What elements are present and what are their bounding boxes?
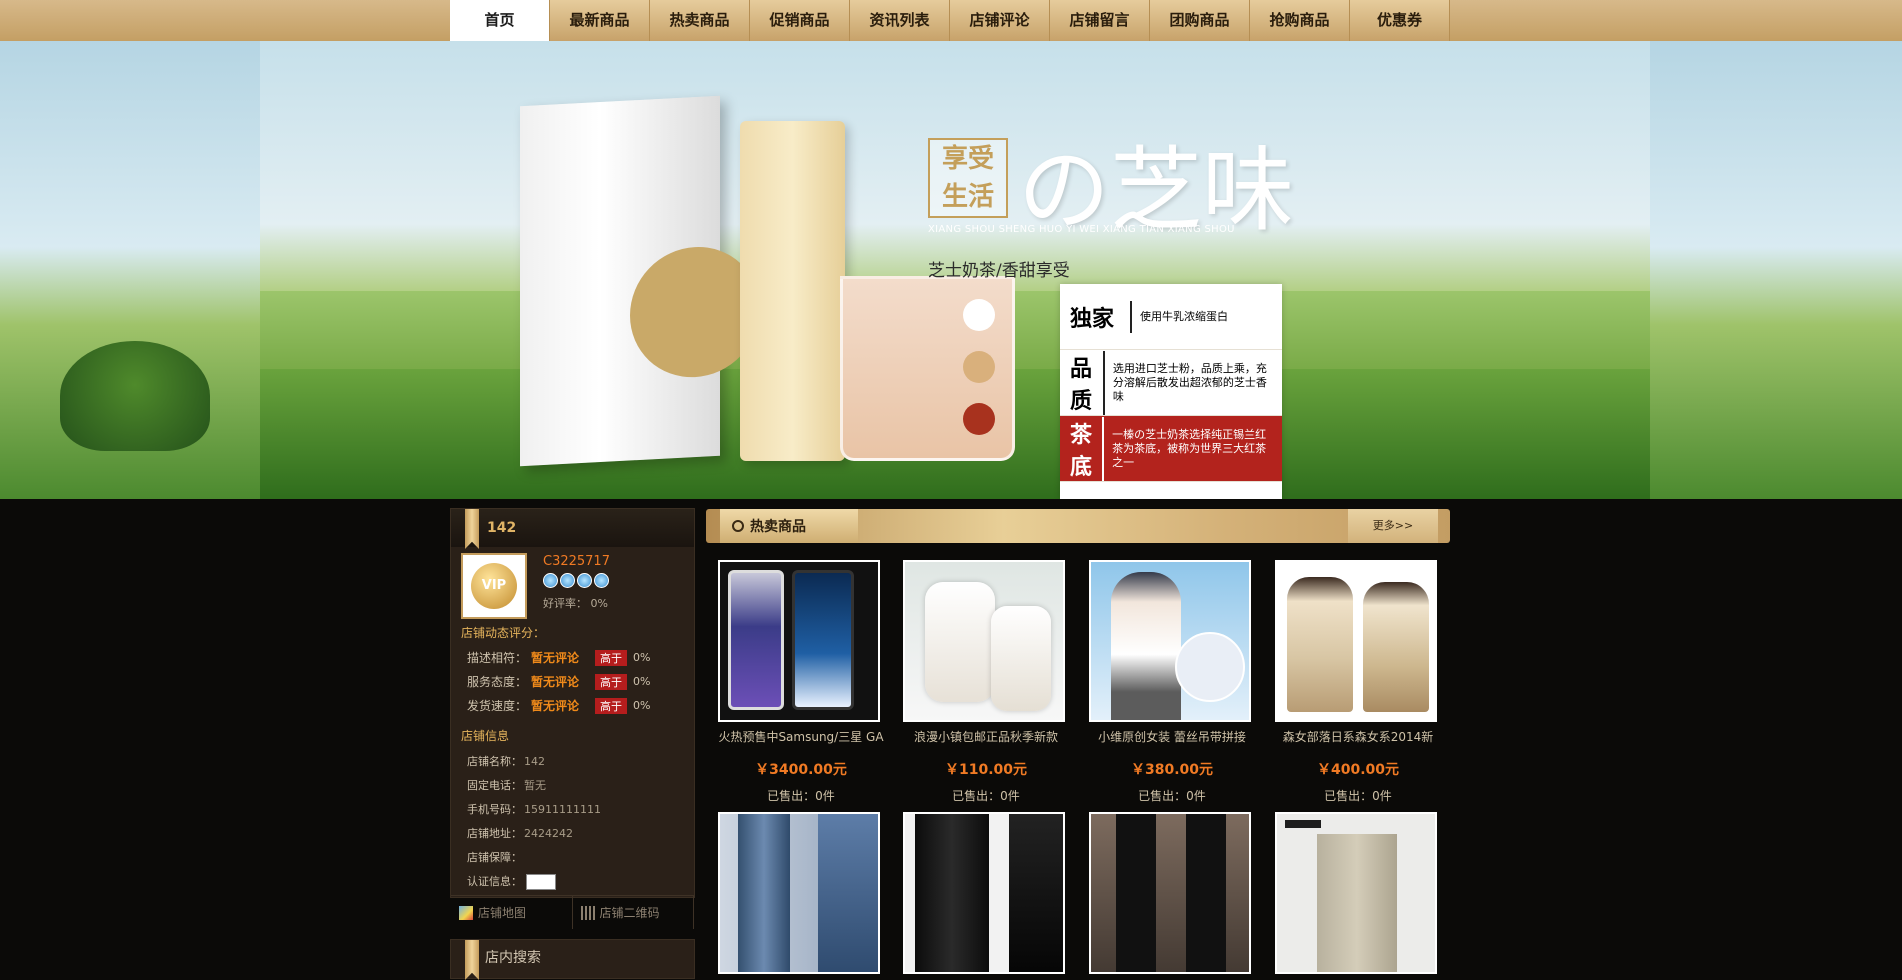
tab-shop-qrcode[interactable]: 店铺二维码 bbox=[573, 896, 694, 929]
shop-info-title: 店铺信息 bbox=[461, 729, 510, 743]
info-certification: 认证信息： bbox=[467, 873, 556, 890]
shop-name-title: 142 bbox=[487, 520, 517, 536]
product-card[interactable]: 浪漫小镇包邮正品秋季新款 ￥110.00元 已售出：0件 bbox=[903, 560, 1069, 804]
shop-search-title: 店内搜索 bbox=[485, 950, 541, 966]
product-image[interactable] bbox=[903, 560, 1065, 722]
shop-tabs: 店铺地图 店铺二维码 bbox=[451, 895, 694, 929]
good-rate: 好评率： 0% bbox=[543, 597, 608, 610]
credit-diamond-icon bbox=[577, 573, 592, 588]
feature-exclusive: 独家 使用牛乳浓缩蛋白 bbox=[1060, 284, 1282, 350]
product-card[interactable] bbox=[1275, 812, 1441, 974]
product-sold: 已售出：0件 bbox=[1324, 789, 1392, 803]
shop-info-panel: 142 VIP C3225717 好评率： 0% 店铺动态评分： 描述相符： 暂… bbox=[450, 508, 695, 929]
bookmark-icon bbox=[465, 940, 479, 980]
milk-tea-cup-image bbox=[840, 276, 1015, 461]
tree-illustration bbox=[60, 341, 210, 451]
map-icon bbox=[459, 905, 473, 920]
product-card[interactable] bbox=[1089, 812, 1255, 974]
nav-item-flashsale[interactable]: 抢购商品 bbox=[1250, 0, 1350, 41]
shop-user-id[interactable]: C3225717 bbox=[543, 554, 610, 569]
feature-card: 独家 使用牛乳浓缩蛋白 品质 选用进口芝士粉，品质上乘，充分溶解后散发出超浓郁的… bbox=[1060, 284, 1282, 499]
product-sold: 已售出：0件 bbox=[952, 789, 1020, 803]
feature-quality: 品质 选用进口芝士粉，品质上乘，充分溶解后散发出超浓郁的芝士香味 bbox=[1060, 350, 1282, 416]
product-box-image bbox=[520, 95, 760, 467]
nav-item-newest[interactable]: 最新商品 bbox=[550, 0, 650, 41]
product-image[interactable] bbox=[1275, 560, 1437, 722]
product-price: ￥3400.00元 bbox=[755, 762, 847, 778]
nav-item-promo[interactable]: 促销商品 bbox=[750, 0, 850, 41]
hot-products-tab[interactable]: 热卖商品 bbox=[720, 509, 858, 543]
dynamic-rating-title: 店铺动态评分： bbox=[461, 626, 546, 640]
product-name[interactable]: 火热预售中Samsung/三星 GA bbox=[718, 728, 884, 745]
qrcode-icon bbox=[580, 905, 595, 920]
credit-diamond-icon bbox=[543, 573, 558, 588]
product-sold: 已售出：0件 bbox=[767, 789, 835, 803]
product-image[interactable] bbox=[718, 812, 880, 974]
product-image[interactable] bbox=[718, 560, 880, 722]
shop-header: 142 bbox=[451, 509, 694, 549]
product-price: ￥110.00元 bbox=[944, 762, 1028, 778]
product-name[interactable]: 森女部落日系森女系2014新 bbox=[1275, 728, 1441, 745]
info-shop-name: 店铺名称： 142 bbox=[467, 755, 545, 768]
rating-service: 服务态度： 暂无评论 高于 0% bbox=[467, 673, 651, 690]
product-image[interactable] bbox=[1089, 560, 1251, 722]
vip-badge-icon: VIP bbox=[471, 563, 517, 609]
product-image[interactable] bbox=[903, 812, 1065, 974]
nav-item-coupons[interactable]: 优惠券 bbox=[1350, 0, 1450, 41]
nav-item-messages[interactable]: 店铺留言 bbox=[1050, 0, 1150, 41]
nav-item-reviews[interactable]: 店铺评论 bbox=[950, 0, 1050, 41]
info-address: 店铺地址： 2424242 bbox=[467, 827, 573, 840]
product-name[interactable]: 小维原创女装 蕾丝吊带拼接 bbox=[1089, 728, 1255, 745]
info-phone: 固定电话： 暂无 bbox=[467, 779, 546, 792]
info-mobile: 手机号码： 15911111111 bbox=[467, 803, 601, 816]
product-card[interactable]: 火热预售中Samsung/三星 GA ￥3400.00元 已售出：0件 bbox=[718, 560, 884, 804]
product-sold: 已售出：0件 bbox=[1138, 789, 1206, 803]
tab-shop-map[interactable]: 店铺地图 bbox=[451, 896, 573, 929]
product-card[interactable] bbox=[903, 812, 1069, 974]
product-card[interactable] bbox=[718, 812, 884, 974]
banner-subtitle: 芝士奶茶/香甜享受 bbox=[928, 261, 1070, 281]
product-card[interactable]: 森女部落日系森女系2014新 ￥400.00元 已售出：0件 bbox=[1275, 560, 1441, 804]
hot-products-title: 热卖商品 bbox=[750, 519, 806, 535]
nav-item-groupbuy[interactable]: 团购商品 bbox=[1150, 0, 1250, 41]
credit-level bbox=[543, 573, 609, 588]
top-navbar: 首页 最新商品 热卖商品 促销商品 资讯列表 店铺评论 店铺留言 团购商品 抢购… bbox=[0, 0, 1902, 41]
product-image[interactable] bbox=[1089, 812, 1251, 974]
hot-products-header: 热卖商品 更多>> bbox=[706, 509, 1450, 543]
certification-icon[interactable] bbox=[526, 874, 556, 890]
product-image[interactable] bbox=[1275, 812, 1437, 974]
credit-diamond-icon bbox=[594, 573, 609, 588]
rating-description: 描述相符： 暂无评论 高于 0% bbox=[467, 649, 651, 666]
bookmark-icon bbox=[465, 509, 479, 549]
nav-item-home[interactable]: 首页 bbox=[450, 0, 550, 41]
nav-item-hot[interactable]: 热卖商品 bbox=[650, 0, 750, 41]
product-sachet-image bbox=[740, 121, 845, 461]
nav-item-news[interactable]: 资讯列表 bbox=[850, 0, 950, 41]
feature-tea-base: 茶底 一榛の芝士奶茶选择纯正锡兰红茶为茶底，被称为世界三大红茶之一 bbox=[1060, 416, 1282, 482]
hero-banner[interactable]: 享受生活 の芝味 XIANG SHOU SHENG HUO YI WEI XIA… bbox=[0, 41, 1902, 499]
banner-pinyin: XIANG SHOU SHENG HUO YI WEI XIANG TIAN X… bbox=[928, 224, 1235, 235]
product-price: ￥400.00元 bbox=[1316, 762, 1400, 778]
credit-diamond-icon bbox=[560, 573, 575, 588]
more-link[interactable]: 更多>> bbox=[1348, 509, 1438, 543]
vip-avatar: VIP bbox=[461, 553, 527, 619]
circle-icon bbox=[732, 520, 744, 532]
main-nav: 首页 最新商品 热卖商品 促销商品 资讯列表 店铺评论 店铺留言 团购商品 抢购… bbox=[450, 0, 1450, 41]
shop-search-panel: 店内搜索 bbox=[450, 939, 695, 980]
product-name[interactable]: 浪漫小镇包邮正品秋季新款 bbox=[903, 728, 1069, 745]
info-guarantee: 店铺保障： bbox=[467, 851, 522, 864]
rating-shipping: 发货速度： 暂无评论 高于 0% bbox=[467, 697, 651, 714]
product-card[interactable]: 小维原创女装 蕾丝吊带拼接 ￥380.00元 已售出：0件 bbox=[1089, 560, 1255, 804]
banner-seal: 享受生活 bbox=[928, 138, 1008, 218]
product-price: ￥380.00元 bbox=[1130, 762, 1214, 778]
